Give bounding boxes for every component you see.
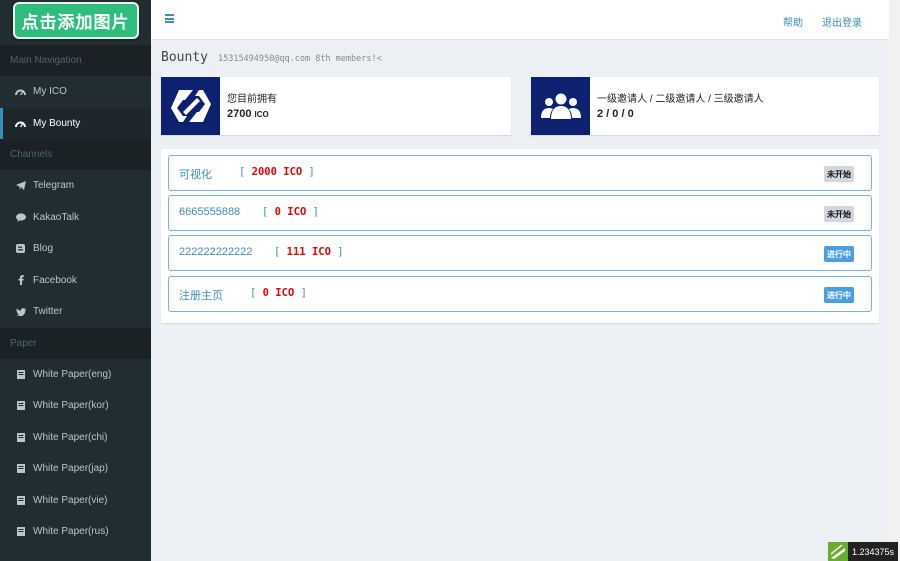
sidebar-item-label: KakaoTalk — [33, 211, 80, 223]
blogger-icon — [15, 243, 26, 254]
dashboard-icon — [15, 86, 26, 97]
holdings-value: 2700 ICO — [227, 108, 269, 120]
sidebar-item-label: Blog — [33, 243, 54, 255]
sidebar-item-white-paper-rus[interactable]: White Paper(rus) — [0, 516, 151, 548]
status-badge: 进行中 — [824, 246, 854, 262]
help-link[interactable]: 帮助 — [783, 14, 803, 29]
section-header-main-navigation: Main Navigation — [0, 45, 151, 76]
twitter-icon — [15, 306, 26, 317]
sidebar-item-label: White Paper(chi) — [33, 431, 108, 443]
invitees-value: 2 / 0 / 0 — [597, 108, 634, 120]
sidebar-item-label: White Paper(rus) — [33, 526, 109, 538]
task-item[interactable]: 222222222222 [ 111 ICO ] 进行中 — [168, 235, 872, 271]
sidebar-item-label: Telegram — [33, 180, 75, 192]
sidebar-item-kakaotalk[interactable]: KakaoTalk — [0, 202, 151, 234]
sidebar-item-label: Twitter — [33, 306, 63, 318]
document-icon — [15, 526, 26, 537]
status-badge: 未开始 — [824, 166, 854, 182]
logo-image-button[interactable]: 点击添加图片 — [12, 2, 139, 39]
document-icon — [15, 400, 26, 411]
chat-bubble-icon — [15, 212, 26, 223]
sidebar-item-blog[interactable]: Blog — [0, 233, 151, 265]
sidebar-item-label: My Bounty — [33, 117, 81, 129]
dashboard-icon — [15, 118, 26, 129]
bounty-task-list: 可视化 [ 2000 ICO ] 未开始 6665555888 [ 0 ICO … — [161, 149, 879, 323]
sidebar-item-label: White Paper(kor) — [33, 400, 109, 412]
paper-plane-icon — [15, 180, 26, 191]
sidebar-item-white-paper-eng[interactable]: White Paper(eng) — [0, 359, 151, 391]
sidebar-item-white-paper-kor[interactable]: White Paper(kor) — [0, 390, 151, 422]
facebook-icon — [15, 275, 26, 286]
sidebar-item-white-paper-jap[interactable]: White Paper(jap) — [0, 453, 151, 485]
section-header-channels: Channels — [0, 139, 151, 170]
timing-value: 1.234375s — [848, 542, 899, 561]
holdings-label: 您目前拥有 — [227, 94, 277, 105]
document-icon — [15, 495, 26, 506]
debug-logo-icon — [828, 542, 848, 561]
sidebar-item-twitter[interactable]: Twitter — [0, 296, 151, 328]
sidebar-item-label: White Paper(eng) — [33, 368, 112, 380]
holdings-unit: ICO — [254, 110, 269, 119]
document-icon — [15, 463, 26, 474]
document-icon — [15, 432, 26, 443]
sidebar-item-telegram[interactable]: Telegram — [0, 170, 151, 202]
sidebar-item-my-ico[interactable]: My ICO — [0, 76, 151, 108]
sidebar-item-white-paper-vie[interactable]: White Paper(vie) — [0, 485, 151, 517]
logo-area: 点击添加图片 — [0, 0, 151, 45]
task-name: 可视化 — [179, 169, 212, 181]
timing-widget[interactable]: 1.234375s — [828, 542, 899, 561]
status-badge: 进行中 — [824, 287, 854, 303]
task-reward: [ 0 ICO ] — [250, 287, 307, 299]
page-scrollbar[interactable] — [889, 0, 900, 561]
sidebar: 点击添加图片 Main Navigation My ICO My Bounty … — [0, 0, 151, 561]
hyperledger-logo-icon — [161, 77, 220, 135]
info-box-holdings: 您目前拥有 2700 ICO — [161, 77, 511, 135]
section-header-paper: Paper — [0, 327, 151, 359]
sidebar-item-label: My ICO — [33, 86, 67, 98]
hamburger-icon[interactable] — [165, 14, 174, 23]
page-title: Bounty — [161, 50, 208, 65]
sidebar-item-my-bounty[interactable]: My Bounty — [0, 107, 151, 139]
sidebar-item-label: Facebook — [33, 274, 77, 286]
users-group-icon — [531, 77, 590, 135]
task-item[interactable]: 6665555888 [ 0 ICO ] 未开始 — [168, 195, 872, 231]
task-item[interactable]: 可视化 [ 2000 ICO ] 未开始 — [168, 155, 872, 191]
task-name: 222222222222 — [179, 246, 253, 258]
content-header: Bounty 15315494950@qq.com 8th members!< — [161, 50, 382, 65]
invitees-label: 一级邀请人 / 二级邀请人 / 三级邀请人 — [597, 94, 764, 105]
task-name: 6665555888 — [179, 206, 241, 218]
task-reward: [ 111 ICO ] — [274, 246, 344, 258]
sidebar-item-label: White Paper(vie) — [33, 494, 108, 506]
sidebar-item-label: White Paper(jap) — [33, 463, 109, 475]
document-icon — [15, 369, 26, 380]
task-item[interactable]: 注册主页 [ 0 ICO ] 进行中 — [168, 276, 872, 312]
info-box-invitees: 一级邀请人 / 二级邀请人 / 三级邀请人 2 / 0 / 0 — [531, 77, 879, 135]
status-badge: 未开始 — [824, 206, 854, 222]
sidebar-item-white-paper-chi[interactable]: White Paper(chi) — [0, 422, 151, 454]
page-subtitle: 15315494950@qq.com 8th members!< — [217, 54, 382, 64]
sidebar-item-facebook[interactable]: Facebook — [0, 265, 151, 297]
task-reward: [ 0 ICO ] — [262, 206, 319, 218]
task-name: 注册主页 — [179, 290, 223, 302]
top-navbar: 帮助 退出登录 — [151, 0, 889, 40]
logout-link[interactable]: 退出登录 — [822, 14, 862, 29]
task-reward: [ 2000 ICO ] — [239, 166, 315, 178]
